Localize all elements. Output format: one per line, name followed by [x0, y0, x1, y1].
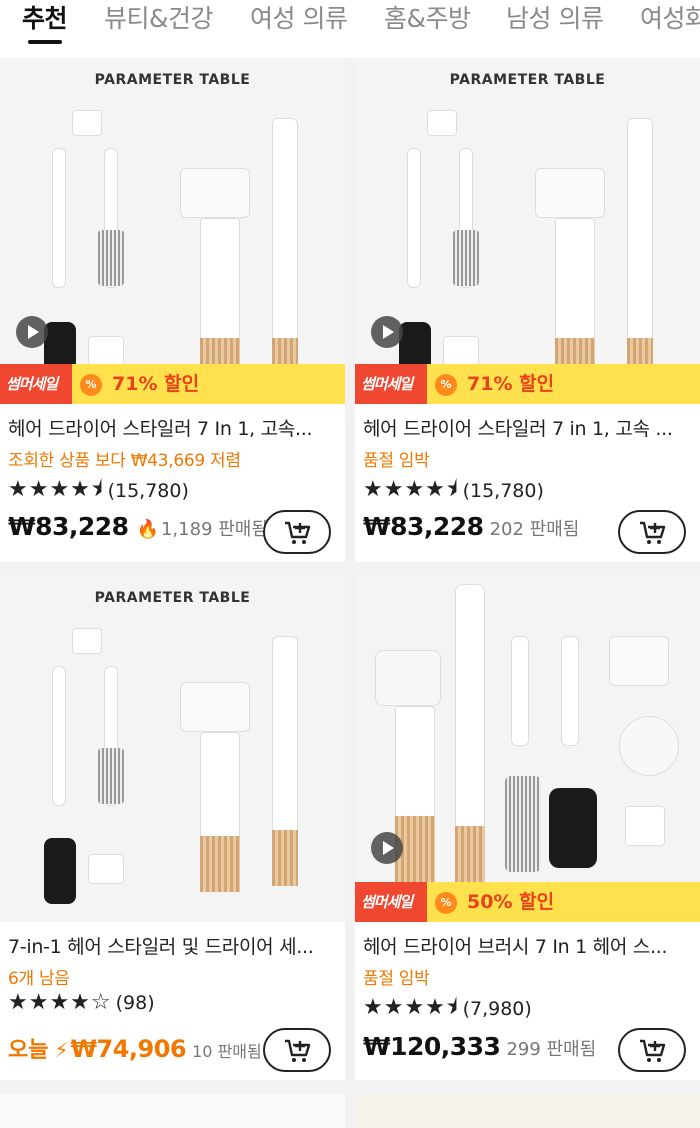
tab-womens-shoes[interactable]: 여성화: [640, 4, 700, 34]
product-card[interactable]: [355, 1094, 700, 1128]
today-label: 오늘: [8, 1038, 49, 1063]
percent-icon: %: [435, 374, 457, 396]
price-row: ₩120,333 299 판매됨: [363, 1032, 596, 1061]
product-subtitle: 6개 남음: [8, 969, 70, 989]
product-title[interactable]: 헤어 드라이어 스타일러 7 in 1, 고속 ...: [363, 414, 695, 441]
tab-beauty-health[interactable]: 뷰티&건강: [104, 4, 214, 34]
rating-count: (15,780): [107, 480, 189, 502]
add-to-cart-button[interactable]: [618, 1028, 686, 1072]
price-row: ₩83,228 🔥 1,189 판매됨: [8, 512, 268, 541]
product-card[interactable]: 썸머세일 % 50% 할인 헤어 드라이어 브러시 7 In 1 헤어 스...…: [355, 576, 700, 1080]
rating: ★★★★⯨ (15,780): [8, 472, 189, 510]
image-title: PARAMETER TABLE: [449, 72, 606, 88]
product-image[interactable]: [0, 1094, 345, 1128]
tab-mens-clothing[interactable]: 남성 의류: [506, 4, 604, 34]
lightning-icon: ⚡: [54, 1038, 69, 1062]
sold-count: 10 판매됨: [192, 1042, 262, 1061]
summer-sale-label: 썸머세일: [355, 882, 427, 922]
summer-sale-label: 썸머세일: [0, 364, 72, 404]
cart-plus-icon: [640, 521, 666, 544]
price: ₩74,906: [70, 1035, 187, 1063]
rating-count: (98): [115, 991, 155, 1014]
product-image[interactable]: PARAMETER TABLE: [0, 576, 345, 922]
discount-label: 71% 할인: [112, 373, 200, 395]
product-subtitle: 품절 임박: [363, 969, 430, 989]
percent-icon: %: [80, 374, 102, 396]
sale-banner: 썸머세일 % 71% 할인: [355, 364, 700, 404]
product-subtitle: 품절 임박: [363, 451, 430, 471]
star-rating-icon: ★★★★⯨: [363, 477, 459, 502]
star-rating-icon: ★★★★☆: [8, 990, 112, 1015]
sale-banner: 썸머세일 % 71% 할인: [0, 364, 345, 404]
video-play-icon[interactable]: [371, 832, 403, 864]
sold-count: 1,189 판매됨: [160, 519, 268, 540]
rating: ★★★★☆ (98): [8, 990, 155, 1015]
add-to-cart-button[interactable]: [263, 510, 331, 554]
cart-plus-icon: [285, 1039, 311, 1062]
image-title: PARAMETER TABLE: [94, 72, 251, 88]
tab-womens-clothing[interactable]: 여성 의류: [250, 4, 348, 34]
price-row: 오늘 ⚡ ₩74,906 10 판매됨: [8, 1032, 262, 1064]
cart-plus-icon: [640, 1039, 666, 1062]
discount-label: 50% 할인: [467, 891, 555, 913]
product-title[interactable]: 7-in-1 헤어 스타일러 및 드라이어 세...: [8, 932, 340, 959]
product-title[interactable]: 헤어 드라이어 브러시 7 In 1 헤어 스...: [363, 932, 695, 959]
product-image[interactable]: [355, 1094, 700, 1128]
tab-recommended[interactable]: 추천: [22, 4, 68, 34]
sale-banner: 썸머세일 % 50% 할인: [355, 882, 700, 922]
product-card[interactable]: PARAMETER TABLE 썸머세일 % 71% 할인 헤어 드라이어 스타…: [355, 58, 700, 562]
rating: ★★★★⯨ (7,980): [363, 990, 532, 1028]
star-rating-icon: ★★★★⯨: [363, 995, 459, 1020]
percent-icon: %: [435, 892, 457, 914]
product-card[interactable]: PARAMETER TABLE 7-in-1 헤어 스타일러 및 드라이어 세.…: [0, 576, 345, 1080]
price: ₩83,228: [8, 512, 129, 541]
sold-count: 299 판매됨: [506, 1039, 597, 1060]
cart-plus-icon: [285, 521, 311, 544]
rating-count: (15,780): [462, 480, 544, 502]
video-play-icon[interactable]: [16, 316, 48, 348]
product-image[interactable]: PARAMETER TABLE: [355, 58, 700, 404]
rating: ★★★★⯨ (15,780): [363, 472, 544, 510]
flame-icon: 🔥: [136, 519, 159, 540]
discount-label: 71% 할인: [467, 373, 555, 395]
product-title[interactable]: 헤어 드라이어 스타일러 7 In 1, 고속...: [8, 414, 340, 441]
add-to-cart-button[interactable]: [263, 1028, 331, 1072]
image-title: PARAMETER TABLE: [94, 590, 251, 606]
product-card[interactable]: PARAMETER TABLE 썸머세일 % 71% 할인 헤어 드라이어 스타…: [0, 58, 345, 562]
price-row: ₩83,228 202 판매됨: [363, 512, 579, 541]
price: ₩83,228: [363, 512, 484, 541]
price: ₩120,333: [363, 1032, 501, 1061]
star-rating-icon: ★★★★⯨: [8, 477, 104, 502]
product-subtitle: 조회한 상품 보다 ₩43,669 저렴: [8, 451, 241, 471]
tab-home-kitchen[interactable]: 홈&주방: [384, 4, 471, 34]
summer-sale-label: 썸머세일: [355, 364, 427, 404]
product-card[interactable]: [0, 1094, 345, 1128]
category-tabs: 추천 뷰티&건강 여성 의류 홈&주방 남성 의류 여성화: [0, 0, 700, 58]
active-tab-indicator: [28, 40, 62, 44]
rating-count: (7,980): [462, 998, 532, 1020]
video-play-icon[interactable]: [371, 316, 403, 348]
product-image[interactable]: [355, 576, 700, 922]
sold-count: 202 판매됨: [489, 519, 580, 540]
add-to-cart-button[interactable]: [618, 510, 686, 554]
product-image[interactable]: PARAMETER TABLE: [0, 58, 345, 404]
